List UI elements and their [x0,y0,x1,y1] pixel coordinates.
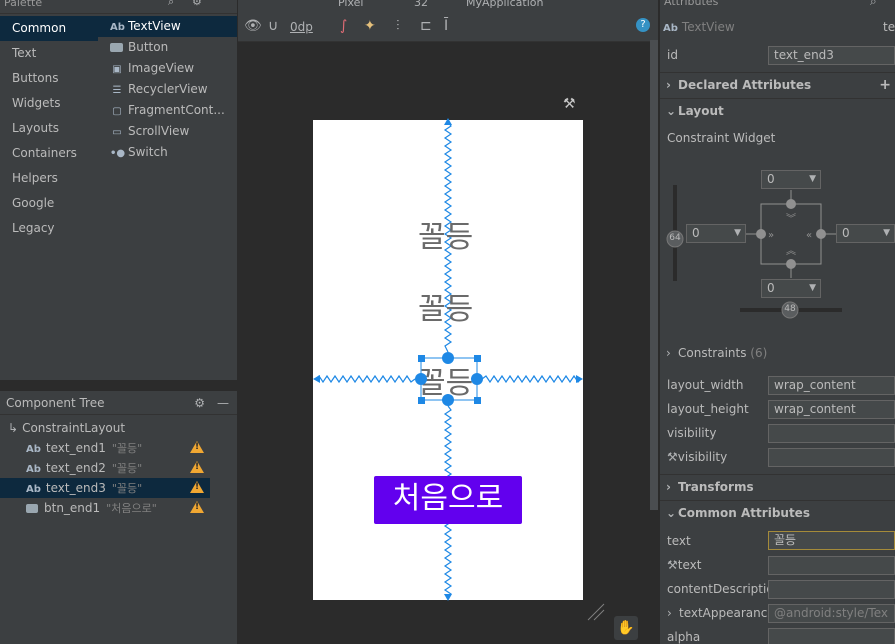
arrow-down [444,594,452,601]
chevron-right-icon: › [667,606,672,620]
constraint-zigzag-horizontal [481,374,582,384]
constraint-widget-label: Constraint Widget [667,131,776,145]
resize-handle[interactable] [474,397,481,404]
resize-handle[interactable] [418,355,425,362]
tools-text-label: text [677,558,702,572]
arrow-left [313,375,320,383]
section-common-attributes[interactable]: ⌄ Common Attributes [660,500,895,524]
layout-width-label: layout_width [667,378,744,392]
section-label: Declared Attributes [678,78,812,92]
text-field[interactable]: 꼴등 [768,531,895,550]
content-description-field[interactable] [768,580,895,599]
wrench-icon: ⚒ [667,450,678,464]
widget-anchor [816,229,826,239]
canvas-scrollbar[interactable] [650,40,658,510]
constraint-zigzag-horizontal [314,374,416,384]
bias-bottom-value[interactable]: 48 [781,304,799,314]
visibility-label: visibility [667,426,717,440]
tools-visibility-label: visibility [677,450,728,464]
widget-anchor [786,199,796,209]
search-icon[interactable]: ⌕ [870,0,877,9]
constraints-count: (6) [750,346,768,360]
widget-chevron: « [806,230,812,241]
id-label: id [667,48,678,62]
anchor-bottom[interactable] [442,394,454,406]
arrow-right [576,375,583,383]
tools-visibility-select[interactable] [768,448,895,467]
section-declared-attributes[interactable]: › Declared Attributes + [660,72,895,96]
header-right-text: te [883,20,895,34]
layout-height-label: layout_height [667,402,749,416]
resize-handle[interactable] [474,355,481,362]
pan-hand-icon[interactable]: ✋ [614,616,638,640]
id-field[interactable]: text_end3 [768,46,895,65]
margin-bottom-select[interactable]: 0 [761,279,821,298]
layout-width-select[interactable]: wrap_content [768,376,895,395]
btn-end1[interactable]: 처음으로 [374,476,522,524]
text-appearance-field[interactable]: @android:style/Tex [768,604,895,623]
content-description-label: contentDescription [667,582,782,596]
widget-anchor [786,259,796,269]
arrow-up [444,118,452,125]
section-label: Transforms [678,480,754,494]
resize-handle[interactable] [418,397,425,404]
margin-right-select[interactable]: 0 [836,224,895,243]
anchor-top[interactable] [442,352,454,364]
bias-left-value[interactable]: 64 [666,233,684,243]
widget-chevron: » [768,230,774,241]
section-label: Constraints [678,346,747,360]
text-label: text [667,534,691,548]
anchor-right[interactable] [471,373,483,385]
alpha-label: alpha [667,630,701,644]
tools-text-field[interactable] [768,556,895,575]
section-transforms[interactable]: › Transforms [660,474,895,498]
add-icon[interactable]: + [879,73,891,97]
section-label: Layout [678,104,724,118]
chevron-right-icon: › [666,480,671,494]
anchor-left[interactable] [415,373,427,385]
visibility-select[interactable] [768,424,895,443]
wrench-icon: ⚒ [667,558,678,572]
layout-height-select[interactable]: wrap_content [768,400,895,419]
tools-visibility-row: ⚒visibility [667,450,727,464]
margin-left-select[interactable]: 0 [686,224,746,243]
text-appearance-row[interactable]: › textAppearance [667,606,775,620]
chevron-down-icon: ⌄ [666,506,677,520]
tools-text-row: ⚒text [667,558,701,572]
section-layout[interactable]: ⌄ Layout [660,98,895,122]
attributes-title: Attributes [664,0,719,8]
section-constraints[interactable]: › Constraints (6) [660,341,895,365]
widget-chevron: ︽ [786,246,796,257]
text-end2[interactable]: 꼴등 [418,284,473,328]
textview-icon: Ab [663,23,678,34]
chevron-right-icon: › [666,346,671,360]
resize-grip [593,609,605,621]
widget-anchor [756,229,766,239]
widget-chevron: ︾ [786,213,796,225]
text-appearance-label: textAppearance [679,606,775,620]
section-label: Common Attributes [678,506,810,520]
alpha-field[interactable] [768,628,895,644]
margin-top-select[interactable]: 0 [761,170,821,189]
class-label: TextView [681,20,735,34]
chevron-down-icon: ⌄ [666,104,677,118]
text-end1[interactable]: 꼴등 [418,212,473,256]
component-class: Ab TextView [663,20,735,34]
chevron-right-icon: › [666,78,671,92]
